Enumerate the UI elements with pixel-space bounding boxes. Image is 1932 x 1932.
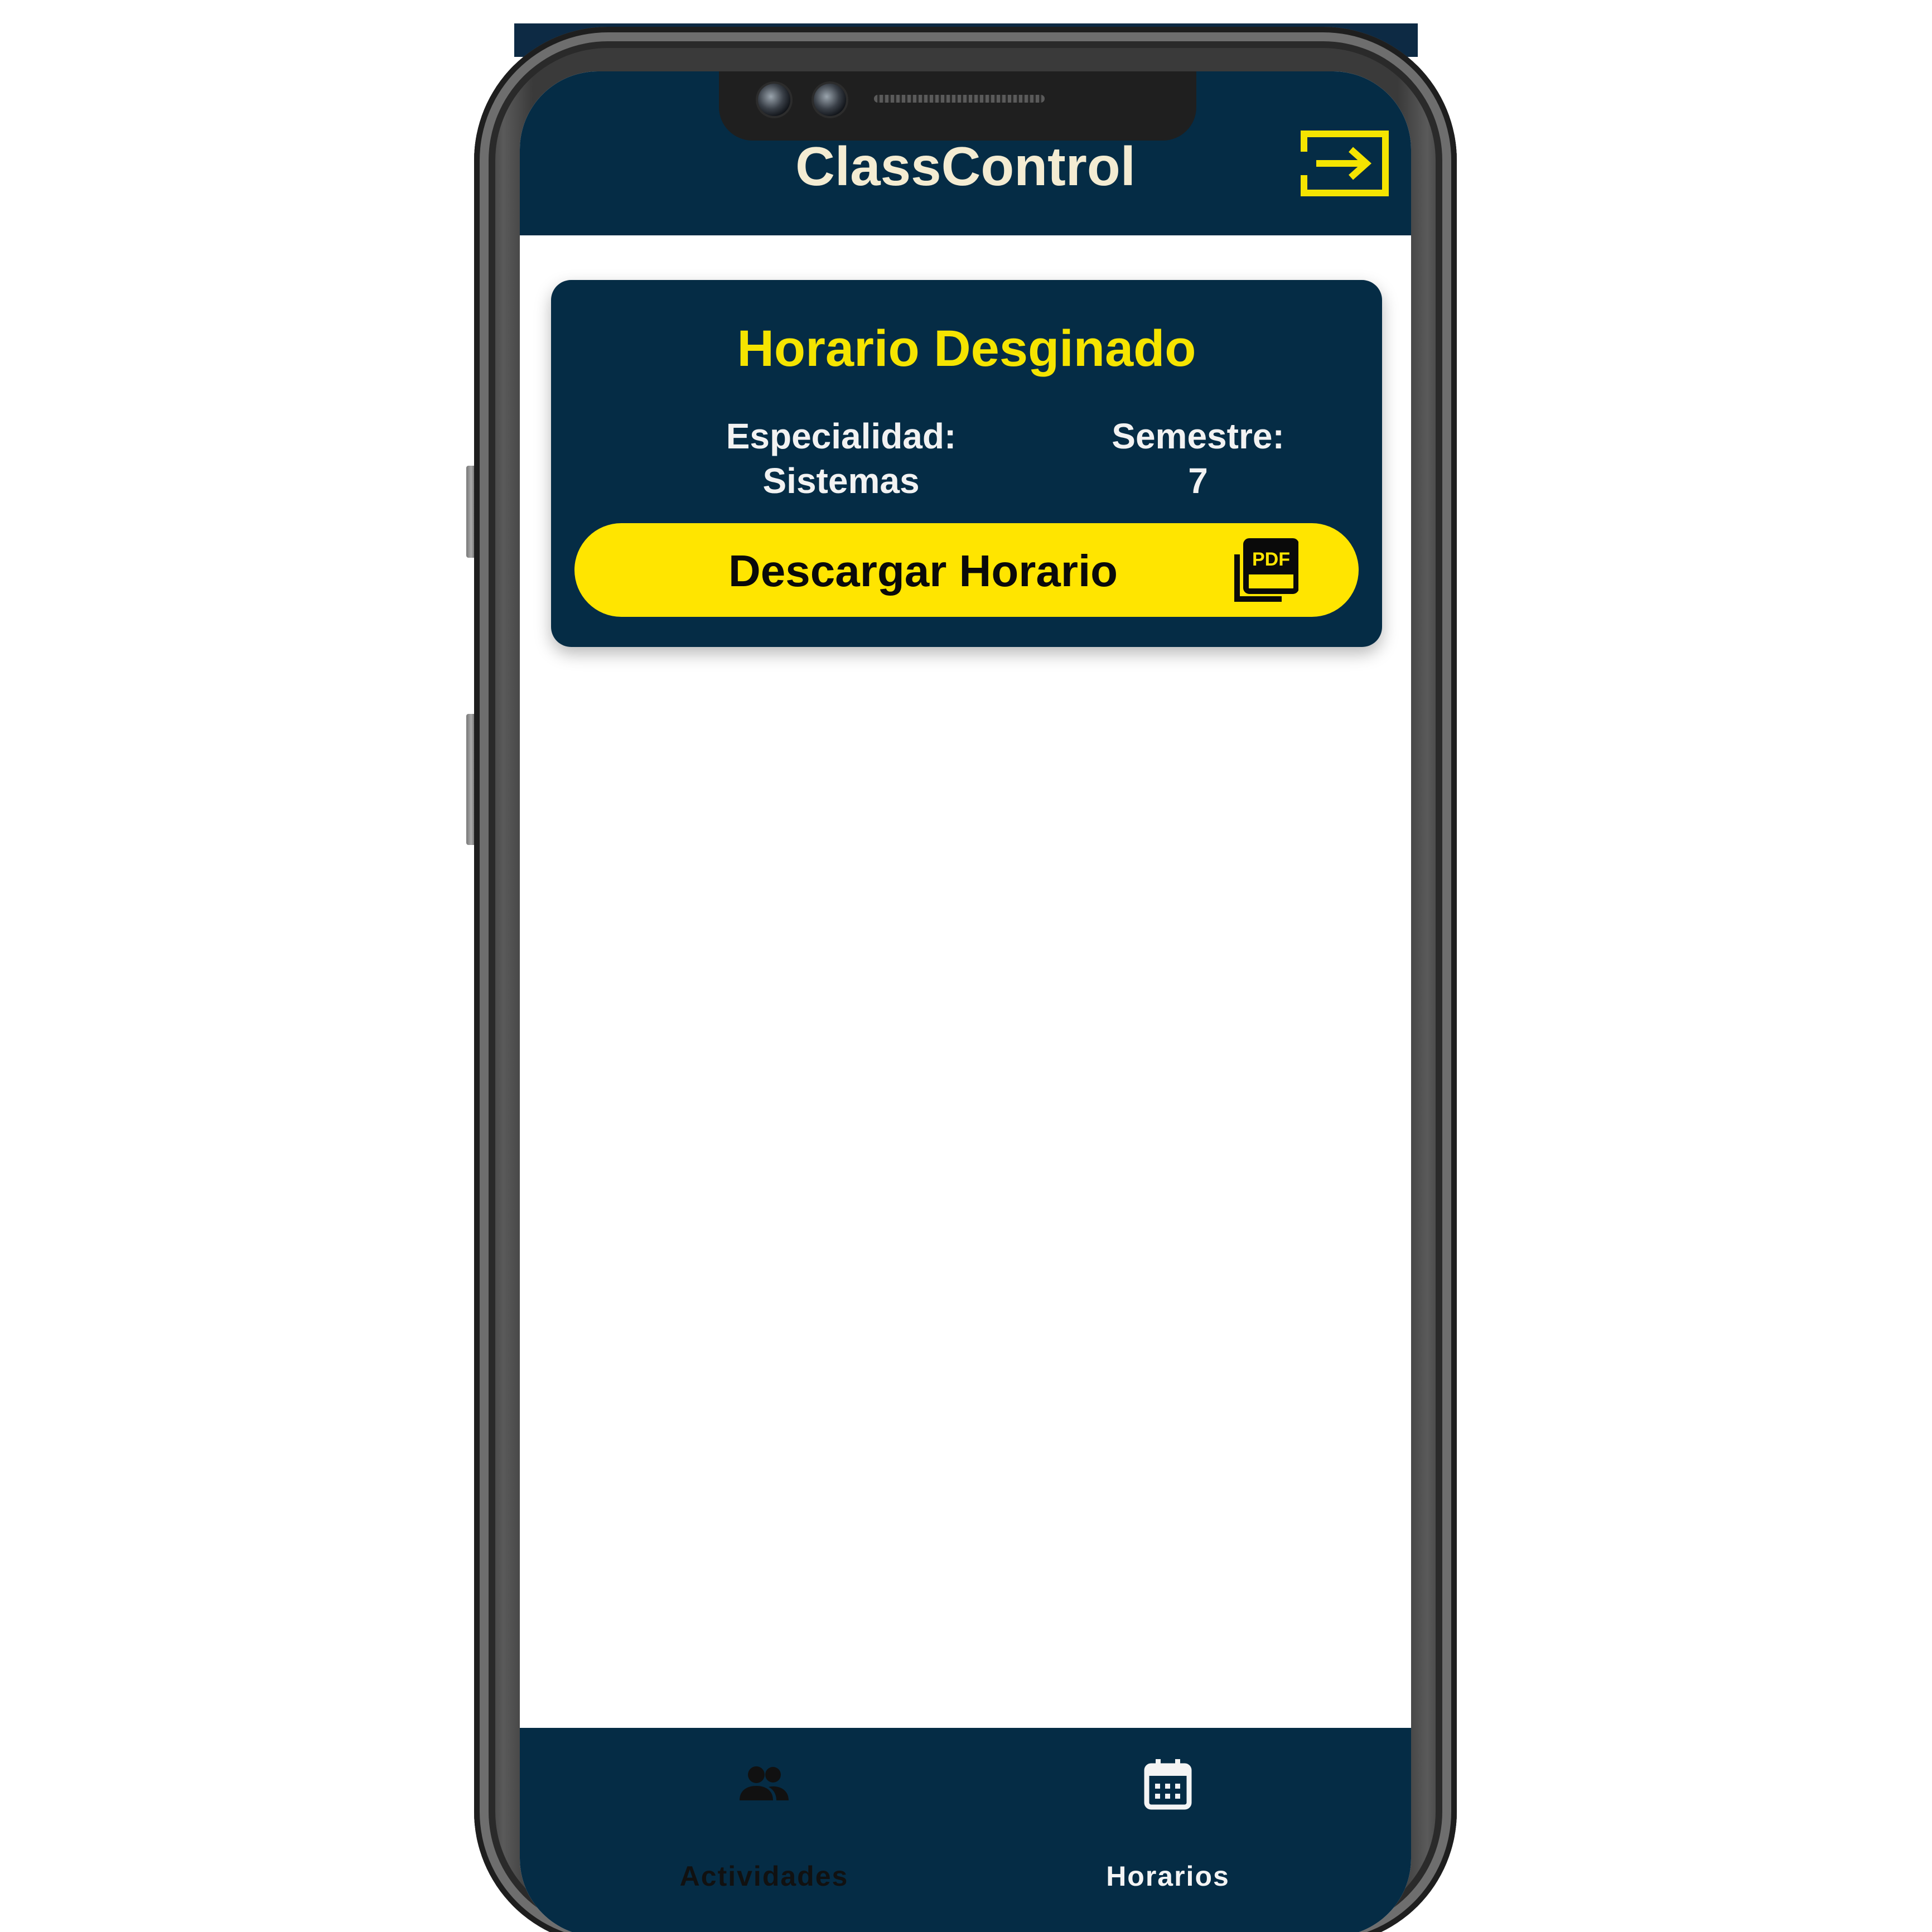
semestre-label: Semestre: (1112, 416, 1284, 456)
bottom-navigation: Actividades Horarios (520, 1728, 1411, 1932)
semestre-info: Semestre: 7 (1042, 414, 1354, 503)
pdf-icon: PDF (1234, 538, 1298, 602)
app-title: ClassControl (795, 136, 1136, 197)
app-screen: ClassControl Horario Desginado Especiali… (520, 71, 1411, 1932)
nav-label-actividades: Actividades (679, 1861, 849, 1892)
especialidad-label: Especialidad: (726, 416, 957, 456)
card-title: Horario Desginado (737, 320, 1196, 377)
schedule-card: Horario Desginado Especialidad: Sistemas… (551, 280, 1382, 647)
speaker-grille (874, 95, 1045, 103)
especialidad-value: Sistemas (762, 461, 920, 501)
sensor-icon (814, 84, 846, 116)
stage: ClassControl Horario Desginado Especiali… (0, 0, 1932, 1932)
download-schedule-button[interactable]: Descargar Horario PDF (574, 523, 1359, 617)
logout-arrow-icon (1301, 131, 1389, 196)
especialidad-info: Especialidad: Sistemas (640, 414, 1042, 503)
calendar-icon (1144, 1759, 1192, 1810)
people-icon (740, 1766, 789, 1800)
logout-button[interactable] (1300, 129, 1390, 197)
nav-label-horarios: Horarios (1106, 1861, 1230, 1892)
nav-item-actividades[interactable]: Actividades (625, 1728, 904, 1932)
front-camera-icon (758, 84, 790, 116)
nav-item-horarios[interactable]: Horarios (1028, 1728, 1307, 1932)
semestre-value: 7 (1188, 461, 1208, 501)
phone-notch (719, 71, 1196, 141)
svg-text:PDF: PDF (1252, 549, 1290, 570)
download-button-label: Descargar Horario (728, 546, 1118, 596)
